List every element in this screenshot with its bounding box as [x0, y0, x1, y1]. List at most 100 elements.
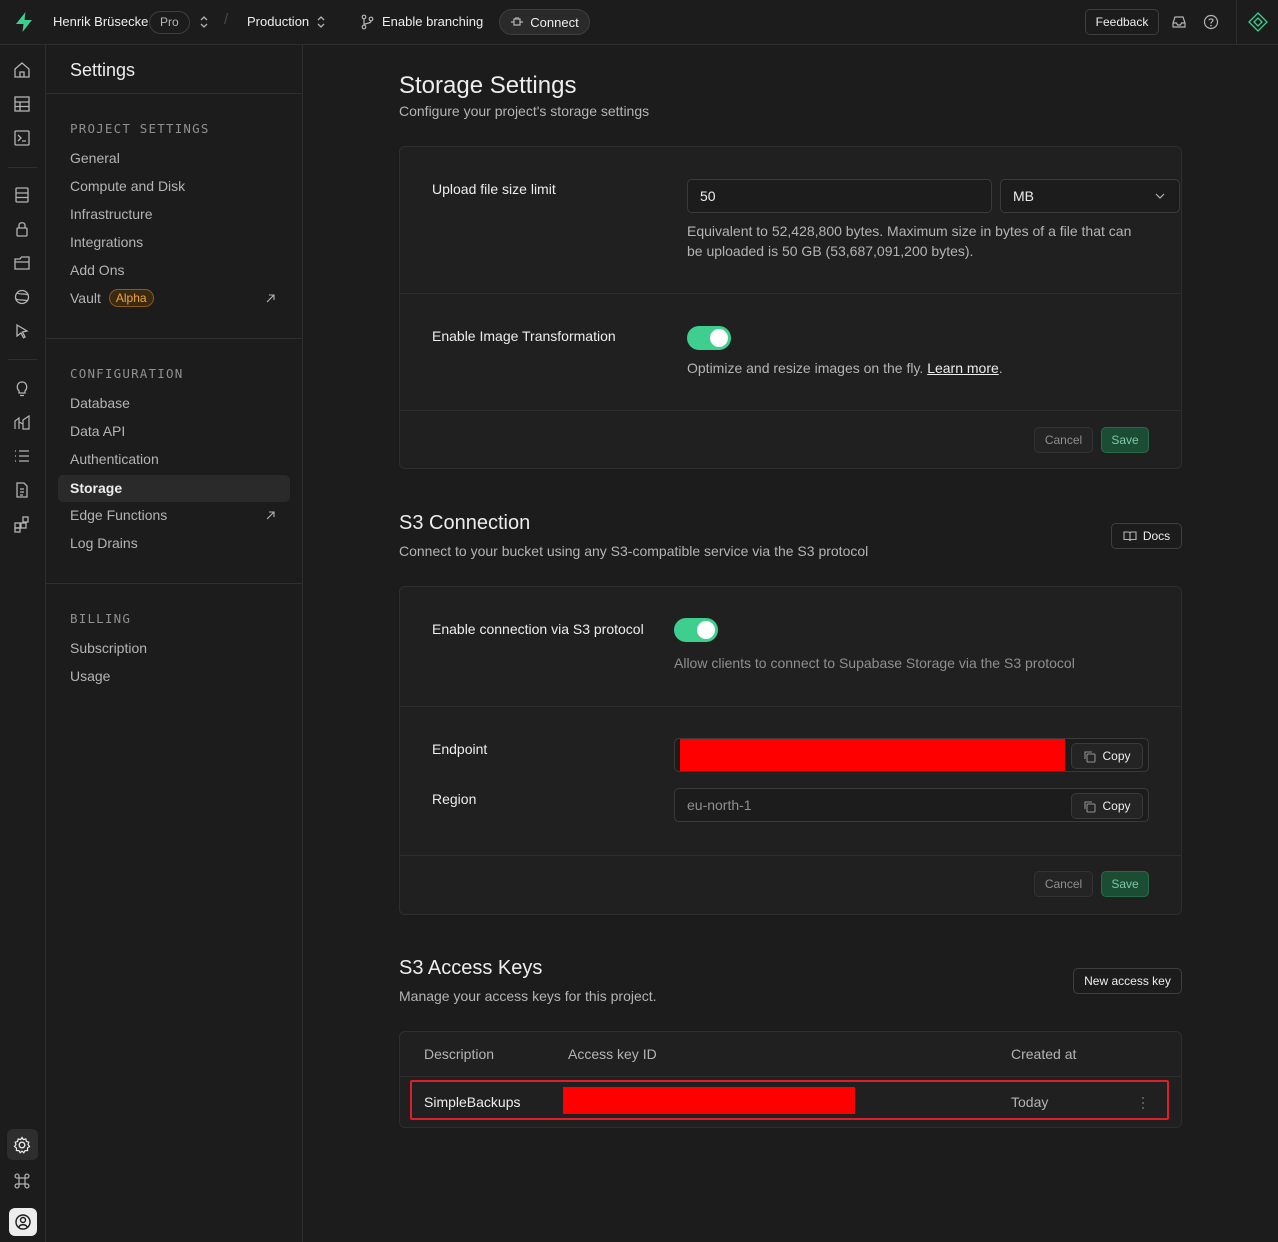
copy-region-button[interactable]: Copy	[1071, 793, 1143, 819]
divider	[8, 167, 37, 168]
copy-icon	[1084, 800, 1097, 813]
assistant-icon[interactable]	[1248, 12, 1268, 32]
chevron-updown-icon[interactable]	[199, 14, 209, 30]
endpoint-field[interactable]: Copy	[674, 738, 1149, 772]
s3-enable-label: Enable connection via S3 protocol	[432, 621, 644, 637]
storage-icon[interactable]	[12, 253, 32, 273]
sidebar-item-usage[interactable]: Usage	[58, 663, 290, 690]
sql-editor-icon[interactable]	[12, 128, 32, 148]
external-link-icon	[266, 511, 275, 520]
s3-access-keys-subtitle: Manage your access keys for this project…	[399, 988, 657, 1004]
section-heading-configuration: CONFIGURATION	[70, 366, 184, 381]
docs-label: Docs	[1142, 529, 1171, 543]
sidebar-item-authentication[interactable]: Authentication	[58, 446, 290, 473]
settings-sidebar: Settings PROJECT SETTINGS General Comput…	[46, 45, 303, 1242]
database-icon[interactable]	[12, 185, 32, 205]
copy-endpoint-button[interactable]: Copy	[1071, 743, 1143, 769]
toggle-knob	[697, 621, 715, 639]
chevron-down-icon	[1155, 193, 1165, 199]
help-icon[interactable]	[1202, 13, 1220, 31]
enable-branching-button[interactable]: Enable branching	[382, 14, 483, 29]
sidebar-item-log-drains[interactable]: Log Drains	[58, 530, 290, 557]
top-bar: Henrik Brüsecke Pro / Production Enable …	[0, 0, 1278, 45]
cancel-button[interactable]: Cancel	[1034, 871, 1093, 897]
book-icon	[1123, 531, 1137, 542]
divider	[400, 293, 1181, 294]
upload-unit-value: MB	[1013, 188, 1034, 204]
sidebar-item-subscription[interactable]: Subscription	[58, 635, 290, 662]
column-header-access-key-id: Access key ID	[568, 1046, 657, 1062]
reports-icon[interactable]	[12, 412, 32, 432]
plug-icon	[511, 17, 524, 26]
logs-list-icon[interactable]	[12, 446, 32, 466]
realtime-icon[interactable]	[12, 287, 32, 307]
redacted-endpoint	[680, 739, 1065, 771]
api-docs-icon[interactable]	[12, 480, 32, 500]
region-field[interactable]: eu-north-1 Copy	[674, 788, 1149, 822]
upload-limit-input[interactable]: 50	[687, 179, 992, 213]
s3-access-keys-title: S3 Access Keys	[399, 957, 543, 979]
table-editor-icon[interactable]	[12, 94, 32, 114]
sidebar-item-compute-and-disk[interactable]: Compute and Disk	[58, 173, 290, 200]
docs-button[interactable]: Docs	[1111, 523, 1182, 549]
connect-button[interactable]: Connect	[499, 9, 590, 35]
alpha-badge: Alpha	[108, 289, 154, 308]
image-transformation-label: Enable Image Transformation	[432, 328, 616, 344]
sidebar-item-label: Edge Functions	[70, 507, 168, 523]
copy-icon	[1084, 750, 1097, 763]
copy-label: Copy	[1102, 749, 1131, 763]
divider	[400, 855, 1181, 856]
plan-badge: Pro	[149, 11, 190, 34]
toggle-knob	[710, 329, 728, 347]
s3-connection-title: S3 Connection	[399, 512, 531, 534]
s3-connection-card: Enable connection via S3 protocol Allow …	[399, 586, 1182, 915]
page-title: Storage Settings	[399, 72, 577, 99]
supabase-logo-icon[interactable]	[12, 10, 36, 34]
divider	[400, 410, 1181, 411]
sidebar-item-edge-functions[interactable]: Edge Functions	[58, 502, 290, 529]
project-name[interactable]: Production	[247, 14, 309, 29]
lock-icon[interactable]	[12, 219, 32, 239]
divider	[46, 583, 302, 584]
chevron-updown-icon[interactable]	[316, 14, 326, 30]
lightbulb-icon[interactable]	[12, 378, 32, 398]
sidebar-item-infrastructure[interactable]: Infrastructure	[58, 201, 290, 228]
help-period: .	[998, 360, 1003, 376]
sidebar-item-integrations[interactable]: Integrations	[58, 229, 290, 256]
s3-connection-subtitle: Connect to your bucket using any S3-comp…	[399, 543, 869, 559]
connect-label: Connect	[530, 14, 579, 30]
save-button[interactable]: Save	[1101, 427, 1149, 453]
upload-unit-select[interactable]: MB	[1000, 179, 1180, 213]
git-branch-icon	[361, 14, 374, 30]
sidebar-item-add-ons[interactable]: Add Ons	[58, 257, 290, 284]
feedback-button[interactable]: Feedback	[1085, 9, 1159, 35]
s3-enable-toggle[interactable]	[674, 618, 718, 642]
new-access-key-button[interactable]: New access key	[1073, 968, 1182, 994]
inbox-icon[interactable]	[1170, 13, 1188, 31]
page-subtitle: Configure your project's storage setting…	[399, 103, 650, 119]
upload-limit-label: Upload file size limit	[432, 181, 556, 197]
avatar[interactable]	[9, 1208, 37, 1236]
divider	[46, 338, 302, 339]
region-label: Region	[432, 791, 477, 807]
cancel-button[interactable]: Cancel	[1034, 427, 1093, 453]
integrations-icon[interactable]	[12, 514, 32, 534]
image-transformation-toggle[interactable]	[687, 326, 731, 350]
storage-settings-card: Upload file size limit 50 MB Equivalent …	[399, 146, 1182, 469]
row-highlight-outline	[410, 1080, 1169, 1120]
sidebar-item-vault[interactable]: Vault Alpha	[58, 285, 290, 312]
image-transformation-help: Optimize and resize images on the fly. L…	[687, 358, 1003, 378]
sidebar-item-storage[interactable]: Storage	[58, 475, 290, 502]
learn-more-link[interactable]: Learn more	[927, 360, 999, 376]
settings-gear-icon[interactable]	[12, 1135, 32, 1155]
org-name[interactable]: Henrik Brüsecke	[53, 14, 148, 29]
command-icon[interactable]	[12, 1171, 32, 1191]
sidebar-item-general[interactable]: General	[58, 145, 290, 172]
upload-limit-help-line2: be uploaded is 50 GB (53,687,091,200 byt…	[687, 243, 974, 259]
home-icon[interactable]	[12, 60, 32, 80]
sidebar-item-database[interactable]: Database	[58, 390, 290, 417]
endpoint-label: Endpoint	[432, 741, 488, 757]
sidebar-item-data-api[interactable]: Data API	[58, 418, 290, 445]
edge-functions-icon[interactable]	[12, 321, 32, 341]
save-button[interactable]: Save	[1101, 871, 1149, 897]
